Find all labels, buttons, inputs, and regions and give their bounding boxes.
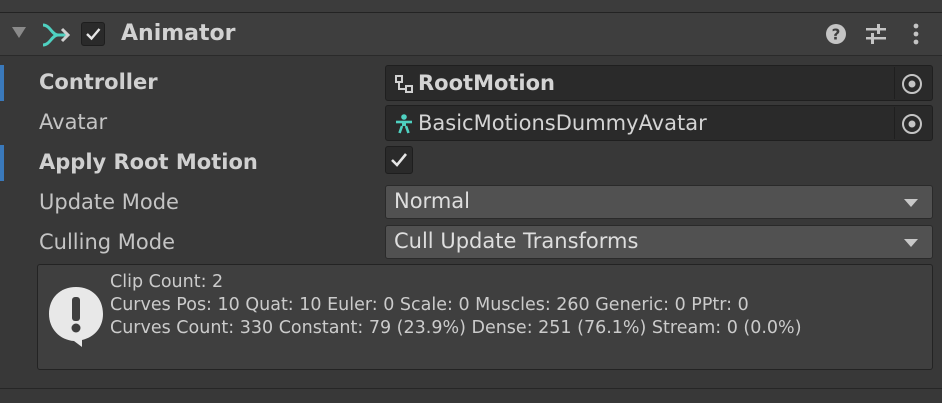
dropdown-arrow-icon — [904, 239, 918, 247]
avatar-icon — [396, 114, 412, 134]
avatar-row: Avatar BasicMotionsDummyAvatar — [0, 105, 942, 145]
checkmark-icon — [391, 153, 408, 167]
update-mode-value: Normal — [394, 189, 470, 213]
checkmark-icon — [86, 28, 101, 41]
apply-root-motion-checkbox[interactable] — [385, 146, 413, 174]
info-help-box: Clip Count: 2 Curves Pos: 10 Quat: 10 Eu… — [37, 264, 933, 370]
animator-icon — [42, 23, 70, 47]
info-icon — [49, 287, 103, 347]
info-line: Curves Count: 330 Constant: 79 (23.9%) D… — [110, 318, 802, 338]
apply-root-motion-label: Apply Root Motion — [39, 150, 258, 174]
controller-row: Controller RootMotion — [0, 65, 942, 105]
controller-value: RootMotion — [418, 71, 556, 95]
modified-indicator — [0, 145, 4, 181]
next-component-edge — [0, 388, 942, 403]
preset-icon[interactable] — [864, 22, 888, 46]
controller-label: Controller — [39, 70, 158, 94]
avatar-field[interactable]: BasicMotionsDummyAvatar — [385, 105, 933, 141]
culling-mode-dropdown[interactable]: Cull Update Transforms — [385, 225, 933, 259]
info-text: Clip Count: 2 Curves Pos: 10 Quat: 10 Eu… — [110, 271, 802, 340]
component-header[interactable]: Animator ? — [0, 13, 942, 56]
animator-controller-icon — [395, 75, 413, 93]
avatar-value: BasicMotionsDummyAvatar — [418, 111, 707, 135]
culling-mode-value: Cull Update Transforms — [394, 229, 639, 253]
field-divider — [894, 67, 895, 99]
component-enabled-checkbox[interactable] — [81, 22, 105, 46]
help-icon[interactable]: ? — [824, 22, 848, 46]
svg-text:?: ? — [832, 26, 841, 44]
update-mode-dropdown[interactable]: Normal — [385, 185, 933, 219]
update-mode-row: Update Mode Normal — [0, 185, 942, 225]
info-line: Curves Pos: 10 Quat: 10 Euler: 0 Scale: … — [110, 295, 749, 315]
dropdown-arrow-icon — [904, 199, 918, 207]
menu-icon[interactable] — [904, 22, 928, 46]
component-title: Animator — [121, 21, 236, 46]
culling-mode-label: Culling Mode — [39, 230, 176, 254]
avatar-label: Avatar — [39, 110, 108, 134]
object-picker-icon[interactable] — [900, 72, 924, 96]
field-divider — [894, 107, 895, 139]
object-picker-icon[interactable] — [900, 112, 924, 136]
info-line: Clip Count: 2 — [110, 272, 224, 292]
controller-field[interactable]: RootMotion — [385, 65, 933, 101]
modified-indicator — [0, 65, 4, 101]
apply-root-motion-row: Apply Root Motion — [0, 145, 942, 185]
update-mode-label: Update Mode — [39, 190, 179, 214]
previous-component-edge — [0, 0, 942, 13]
foldout-arrow-icon[interactable] — [12, 27, 26, 38]
culling-mode-row: Culling Mode Cull Update Transforms — [0, 225, 942, 265]
